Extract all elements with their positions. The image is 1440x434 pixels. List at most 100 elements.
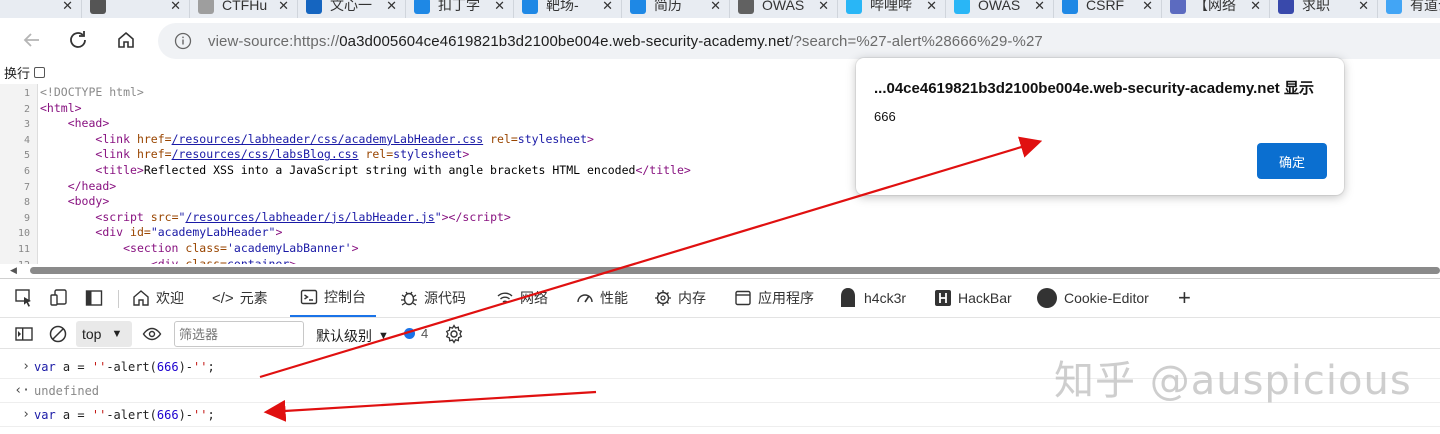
tab-welcome[interactable]: 欢迎 [132,279,184,317]
browser-tab[interactable]: 文心一 ✕ [298,0,406,18]
address-bar[interactable]: view-source:https://0a3d005604ce4619821b… [158,23,1440,59]
tab-cookie-editor[interactable]: Cookie-Editor [1036,279,1149,317]
url-text[interactable]: view-source:https://0a3d005604ce4619821b… [208,33,1043,50]
tab-close-icon[interactable]: ✕ [170,0,181,14]
tab-favicon-icon [522,0,538,14]
toolbar-separator [118,290,119,308]
browser-tab[interactable]: 简历 ✕ [622,0,730,18]
clear-console-icon[interactable] [48,324,68,344]
js-string: '' [193,407,208,422]
tab-elements[interactable]: </> 元素 [212,279,268,317]
browser-tab[interactable]: OWAS ✕ [946,0,1054,18]
console-toolbar: top ▼ 默认级别 ▼ 4 [0,317,1440,349]
context-selector-value: top [82,326,102,342]
inspect-icon[interactable] [14,288,34,308]
tab-welcome-label: 欢迎 [156,290,184,306]
device-toolbar-icon[interactable] [49,288,69,308]
source-line: 6 <title>Reflected XSS into a JavaScript… [0,163,691,179]
application-icon [735,290,751,306]
line-number: 4 [23,134,30,146]
context-selector[interactable]: top ▼ [76,321,132,347]
tab-title: 哔哩哔 [870,0,912,13]
browser-tab[interactable]: CSRF ✕ [1054,0,1162,18]
tab-memory[interactable]: 内存 [654,279,706,317]
tab-hackbar-label: HackBar [958,290,1012,306]
horizontal-scrollbar[interactable]: ◀ [8,265,1440,276]
tab-title: CSRF [1086,0,1125,13]
line-wrap-checkbox[interactable] [34,66,46,78]
tab-close-icon[interactable]: ✕ [818,0,829,14]
browser-tab[interactable]: 哔哩哔 ✕ [838,0,946,18]
tab-close-icon[interactable]: ✕ [1142,0,1153,14]
tab-memory-label: 内存 [678,290,706,306]
tab-h4ck3r[interactable]: h4ck3r [838,279,906,317]
caret-down-icon: ▼ [111,328,123,340]
browser-tab[interactable]: 靶场- ✕ [514,0,622,18]
console-filter-input[interactable] [174,321,304,347]
tab-favicon-icon [954,0,970,14]
back-button[interactable] [20,28,44,52]
tab-title: 求职 [1302,0,1330,13]
line-wrap-toggle[interactable]: 换行 [4,64,46,81]
tab-close-icon[interactable]: ✕ [386,0,397,14]
log-levels-dropdown[interactable]: 默认级别 ▼ [316,326,389,346]
tab-console[interactable]: 控制台 [290,279,376,317]
eye-icon[interactable] [142,324,162,344]
source-line: 4 <link href=/resources/labheader/css/ac… [0,132,594,148]
line-number: 2 [23,103,30,115]
arrow-left-icon [23,33,39,47]
tab-performance[interactable]: 性能 [576,279,628,317]
tab-close-icon[interactable]: ✕ [1034,0,1045,14]
source-code: <!DOCTYPE html> [40,85,144,99]
browser-tab[interactable]: 【网络 ✕ [1162,0,1270,18]
ok-button[interactable]: 确定 [1257,143,1327,179]
js-number: 666 [156,407,179,422]
browser-tab[interactable]: ✕ [82,0,190,18]
scroll-left-icon[interactable]: ◀ [10,265,17,276]
tab-network[interactable]: 网络 [496,279,548,317]
home-button[interactable] [114,28,138,52]
browser-tab[interactable]: ✕ [0,0,82,18]
browser-tab[interactable]: 扣丁学 ✕ [406,0,514,18]
tab-favicon-icon [198,0,214,14]
browser-tab[interactable]: 有道云✕ [1378,0,1440,18]
tab-performance-label: 性能 [600,290,628,306]
gear-icon[interactable] [444,324,464,344]
sidebar-toggle-icon[interactable] [14,324,34,344]
issues-count: 4 [421,326,429,341]
plus-icon: + [1178,285,1191,310]
tab-close-icon[interactable]: ✕ [1358,0,1369,14]
console-icon [300,289,318,305]
tab-close-icon[interactable]: ✕ [926,0,937,14]
tab-favicon-icon [630,0,646,14]
tab-close-icon[interactable]: ✕ [1250,0,1261,14]
tab-sources-label: 源代码 [424,290,466,306]
issues-counter[interactable]: 4 [404,326,428,341]
cookie-icon [1037,288,1057,308]
tab-close-icon[interactable]: ✕ [278,0,289,14]
tab-hackbar[interactable]: HackBar [934,279,1012,317]
hacker-avatar-icon [841,288,855,307]
tab-close-icon[interactable]: ✕ [62,0,73,14]
browser-tab[interactable]: CTFHu ✕ [190,0,298,18]
tab-title: OWAS [978,0,1021,13]
add-panel-button[interactable]: + [1178,279,1191,317]
tab-cookie-editor-label: Cookie-Editor [1064,290,1149,306]
source-code: <body> [67,194,110,209]
url-prefix: view-source: [208,32,294,50]
info-icon[interactable] [174,32,192,50]
browser-tab[interactable]: 求职 ✕ [1270,0,1378,18]
issue-dot-icon [404,328,415,339]
dock-side-icon[interactable] [84,288,104,308]
tab-application[interactable]: 应用程序 [734,279,814,317]
tab-close-icon[interactable]: ✕ [602,0,613,14]
browser-tab[interactable]: OWAS ✕ [730,0,838,18]
tab-close-icon[interactable]: ✕ [494,0,505,14]
tab-close-icon[interactable]: ✕ [710,0,721,14]
scrollbar-thumb[interactable] [30,267,1440,274]
console-input-line[interactable]: › var a = ''-alert(666)-''; [0,403,1440,427]
watermark: 知乎 @auspicious [1054,358,1412,404]
url-scheme: https:// [293,32,340,50]
tab-sources[interactable]: 源代码 [400,279,466,317]
reload-button[interactable] [66,28,90,52]
